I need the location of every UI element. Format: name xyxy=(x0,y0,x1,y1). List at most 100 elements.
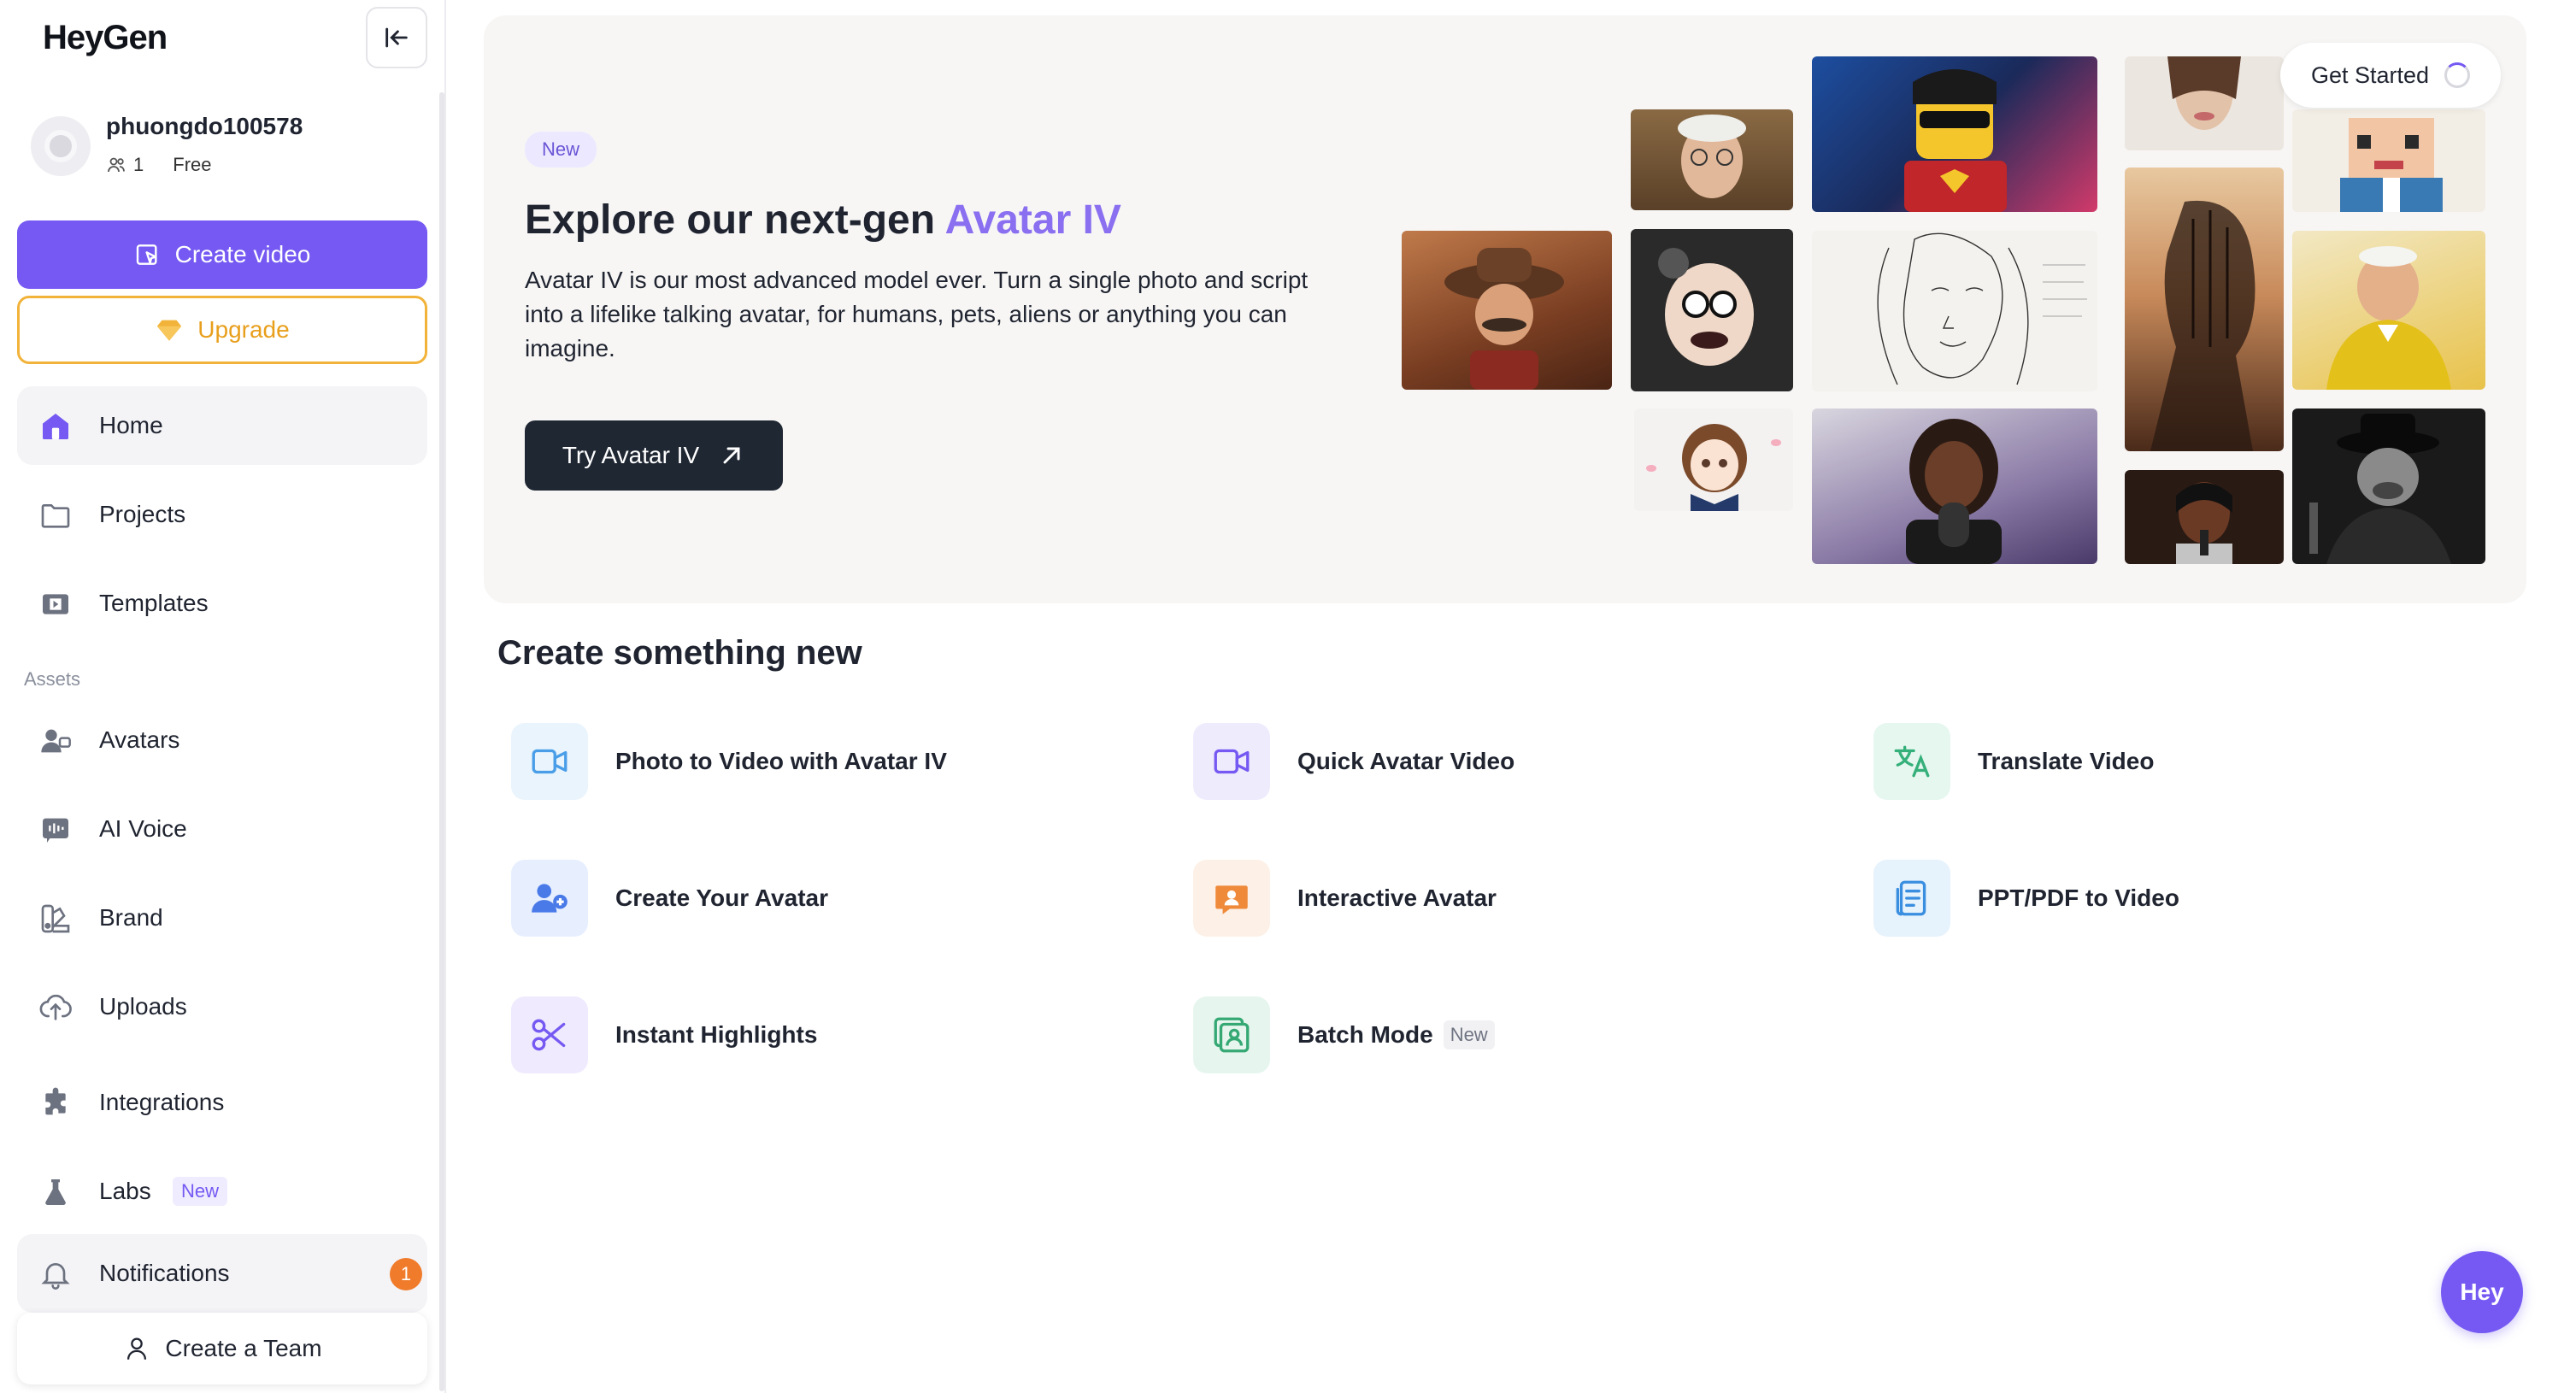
sidebar-item-label: Labs xyxy=(99,1178,151,1204)
sidebar-item-label: AI Voice xyxy=(99,815,187,842)
double-exposure-image xyxy=(2125,168,2284,451)
sidebar-scrollbar[interactable] xyxy=(439,92,444,1391)
get-started-button[interactable]: Get Started xyxy=(2280,43,2501,108)
sidebar-item-notifications[interactable]: Notifications 1 xyxy=(17,1234,427,1313)
lego-avatar-image xyxy=(1812,56,2097,212)
member-count: 1 xyxy=(133,154,144,175)
singer-avatar-image xyxy=(2125,470,2284,564)
sidebar-item-home[interactable]: Home xyxy=(17,386,427,465)
upgrade-button[interactable]: Upgrade xyxy=(17,296,427,364)
sidebar-item-uploads[interactable]: Uploads xyxy=(17,967,427,1046)
create-section-title: Create something new xyxy=(497,634,862,672)
arrow-up-right-icon xyxy=(723,447,740,464)
sidebar-item-brand[interactable]: Brand xyxy=(17,879,427,957)
podcaster-avatar-image xyxy=(1812,408,2097,564)
interactive-avatar-card[interactable]: Interactive Avatar xyxy=(1193,860,1497,937)
sidebar-item-ai-voice[interactable]: AI Voice xyxy=(17,790,427,868)
hero-title-prefix: Explore our next-gen xyxy=(525,197,945,243)
card-label: PPT/PDF to Video xyxy=(1978,885,2179,911)
man-yellow-suit-image xyxy=(2292,231,2485,390)
sidebar-item-templates[interactable]: Templates xyxy=(17,564,427,643)
avatar[interactable] xyxy=(31,116,91,176)
card-label: Create Your Avatar xyxy=(615,885,828,911)
create-video-label: Create video xyxy=(174,241,311,267)
sketch-portrait-image xyxy=(1812,231,2097,391)
try-avatar-iv-label: Try Avatar IV xyxy=(562,442,700,468)
translate-video-card[interactable]: Translate Video xyxy=(1873,723,2154,800)
create-video-icon xyxy=(136,244,157,265)
video-camera-icon xyxy=(511,723,588,800)
collapse-sidebar-button[interactable] xyxy=(366,7,427,68)
card-label: Instant Highlights xyxy=(615,1021,818,1048)
brand-icon xyxy=(38,901,74,937)
card-label: Interactive Avatar xyxy=(1297,885,1497,911)
user-meta: 1 Free xyxy=(106,154,212,176)
puppet-avatar-image xyxy=(1631,229,1793,391)
sidebar-item-labs[interactable]: Labs New xyxy=(17,1152,427,1231)
folder-icon xyxy=(38,497,74,533)
scissors-icon xyxy=(511,996,588,1073)
new-badge: New xyxy=(525,132,597,168)
create-team-button[interactable]: Create a Team xyxy=(17,1313,427,1384)
notification-count-badge: 1 xyxy=(390,1258,422,1290)
create-your-avatar-card[interactable]: Create Your Avatar xyxy=(511,860,828,937)
sidebar-item-projects[interactable]: Projects xyxy=(17,475,427,554)
hero-title-accent: Avatar IV xyxy=(944,197,1121,243)
sidebar-item-label: Templates xyxy=(99,590,209,616)
create-team-label: Create a Team xyxy=(165,1335,322,1361)
pixel-art-image xyxy=(2292,109,2485,212)
avatar-iv-banner: New Explore our next-gen Avatar IV Avata… xyxy=(484,15,2526,603)
ppt-pdf-to-video-card[interactable]: PPT/PDF to Video xyxy=(1873,860,2179,937)
sidebar-item-label: Integrations xyxy=(99,1089,225,1115)
hey-label: Hey xyxy=(2460,1278,2504,1305)
video-camera-icon xyxy=(1193,723,1270,800)
batch-icon xyxy=(1193,996,1270,1073)
heygen-logo[interactable]: HeyGen xyxy=(43,19,168,57)
members-icon xyxy=(108,157,125,173)
sidebar-item-label: Home xyxy=(99,412,163,438)
add-user-icon xyxy=(511,860,588,937)
card-label: Batch Mode xyxy=(1297,1021,1433,1048)
loading-spinner-icon xyxy=(2444,62,2471,88)
scientist-avatar-image xyxy=(1631,109,1793,210)
sidebar-item-integrations[interactable]: Integrations xyxy=(17,1063,427,1142)
home-icon xyxy=(38,408,74,444)
quick-avatar-video-card[interactable]: Quick Avatar Video xyxy=(1193,723,1514,800)
new-badge: New xyxy=(1443,1020,1495,1049)
batch-mode-card[interactable]: Batch Mode New xyxy=(1193,996,1495,1073)
sidebar-item-label: Projects xyxy=(99,501,186,527)
hero-description: Avatar IV is our most advanced model eve… xyxy=(525,267,1309,361)
try-avatar-iv-button[interactable]: Try Avatar IV xyxy=(525,420,783,491)
sidebar-item-label: Notifications xyxy=(99,1260,230,1286)
upgrade-label: Upgrade xyxy=(197,316,290,343)
avatar-icon xyxy=(38,723,74,759)
cowboy-avatar-image xyxy=(1402,231,1612,390)
anime-avatar-image xyxy=(1634,408,1793,511)
create-video-button[interactable]: Create video xyxy=(17,220,427,289)
plan-label: Free xyxy=(173,154,212,175)
username[interactable]: phuongdo100578 xyxy=(106,113,303,140)
sidebar-item-avatars[interactable]: Avatars xyxy=(17,701,427,779)
noir-dog-avatar-image xyxy=(2292,408,2485,564)
instant-highlights-card[interactable]: Instant Highlights xyxy=(511,996,817,1073)
card-label: Quick Avatar Video xyxy=(1297,748,1515,774)
flask-icon xyxy=(38,1174,74,1210)
sidebar-item-label: Uploads xyxy=(99,993,187,1020)
woman-portrait-image xyxy=(2125,56,2284,150)
card-label: Translate Video xyxy=(1978,748,2155,774)
bell-icon xyxy=(38,1256,74,1292)
hey-assistant-button[interactable]: Hey xyxy=(2441,1251,2523,1333)
translate-icon xyxy=(1873,723,1950,800)
hero-title: Explore our next-gen Avatar IV xyxy=(525,197,1121,244)
upload-icon xyxy=(38,990,74,1026)
chat-avatar-icon xyxy=(1193,860,1270,937)
sidebar-item-label: Avatars xyxy=(99,726,180,753)
film-icon xyxy=(38,586,74,622)
photo-to-video-card[interactable]: Photo to Video with Avatar IV xyxy=(511,723,947,800)
sidebar: HeyGen phuongdo100578 1 Free Create vide xyxy=(0,0,446,1393)
new-badge: New xyxy=(173,1177,228,1206)
get-started-label: Get Started xyxy=(2310,62,2430,88)
user-icon xyxy=(127,1337,147,1360)
collapse-icon xyxy=(385,27,408,48)
diamond-icon xyxy=(157,320,182,341)
